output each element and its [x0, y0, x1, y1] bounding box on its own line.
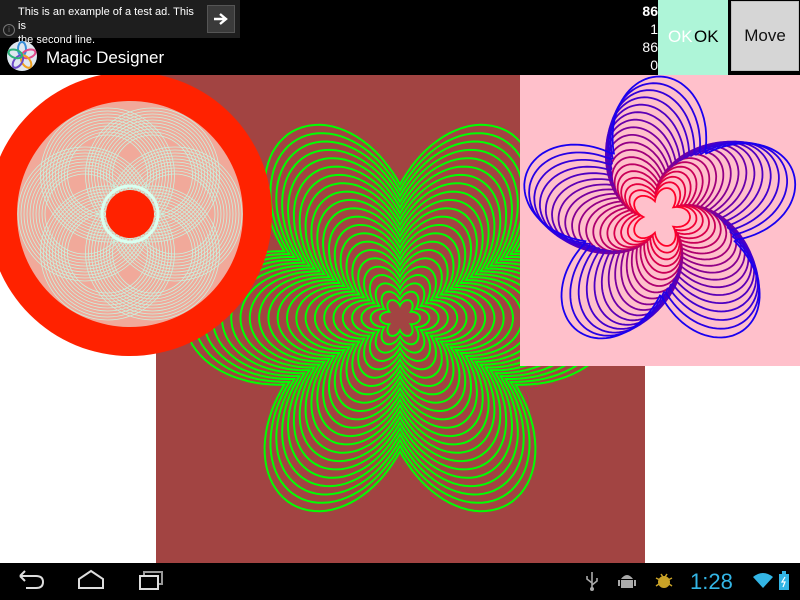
bug-icon	[655, 573, 673, 588]
ad-info-icon[interactable]: i	[3, 24, 15, 36]
ad-line-2: the second line.	[18, 34, 96, 46]
ok-label: OK	[694, 27, 719, 46]
counter-value-2: 1	[650, 21, 658, 37]
counter-value-4: 0	[650, 57, 658, 73]
counter-value-1: 86	[642, 3, 658, 19]
system-nav-bar	[0, 563, 800, 600]
drawing-canvas[interactable]	[0, 75, 800, 563]
move-button[interactable]: Move	[731, 1, 799, 71]
ad-banner[interactable]: This is an example of a test ad. This is…	[0, 0, 240, 46]
status-clock: 1:28	[690, 569, 733, 594]
pinwheel-app-icon[interactable]	[6, 40, 38, 72]
recent-apps-icon[interactable]	[137, 568, 167, 592]
ok-ghost-label: OK	[668, 27, 693, 46]
wifi-icon	[753, 573, 773, 588]
ad-arrow-button[interactable]	[207, 5, 235, 33]
usb-icon	[586, 572, 598, 591]
app-title: Magic Designer	[46, 48, 165, 67]
ok-button[interactable]: OK OK	[658, 0, 728, 75]
counter-value-3: 86	[642, 39, 658, 55]
home-icon[interactable]	[76, 568, 106, 592]
arrow-right-icon	[214, 13, 228, 25]
battery-icon	[779, 571, 789, 590]
right-design-panel[interactable]	[520, 75, 800, 366]
android-debug-icon	[618, 575, 636, 588]
ad-line-1: This is an example of a test ad. This is	[18, 6, 194, 32]
ad-text: This is an example of a test ad. This is…	[18, 5, 204, 47]
counter-readout: 86 1 86 0	[600, 2, 658, 74]
back-icon[interactable]	[16, 568, 46, 592]
